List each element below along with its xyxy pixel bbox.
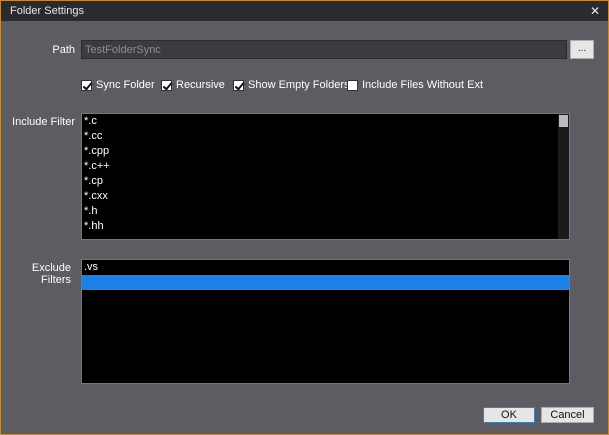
browse-button[interactable]: ... bbox=[570, 40, 594, 59]
list-item[interactable]: *.cp bbox=[82, 174, 569, 189]
list-item[interactable]: *.h bbox=[82, 204, 569, 219]
include-filter-label: Include Filter bbox=[12, 116, 75, 128]
list-item[interactable]: *.c bbox=[82, 114, 569, 129]
list-item[interactable]: *.hh bbox=[82, 219, 569, 234]
include-filter-scrollbar[interactable] bbox=[558, 114, 569, 239]
list-item[interactable]: *.cc bbox=[82, 129, 569, 144]
checkbox-box[interactable] bbox=[81, 79, 92, 91]
list-item[interactable]: *.cxx bbox=[82, 189, 569, 204]
checkbox-label: Show Empty Folders bbox=[248, 79, 350, 91]
list-item-selected[interactable] bbox=[82, 275, 569, 290]
checkbox-box[interactable] bbox=[347, 79, 358, 91]
cancel-button[interactable]: Cancel bbox=[541, 407, 594, 423]
sync-folder-checkbox[interactable]: Sync Folder bbox=[81, 78, 155, 92]
folder-settings-dialog: Folder Settings ✕ Path ... Sync Folder R… bbox=[0, 0, 609, 435]
include-files-without-ext-checkbox[interactable]: Include Files Without Ext bbox=[347, 78, 483, 92]
recursive-checkbox[interactable]: Recursive bbox=[161, 78, 225, 92]
scroll-thumb[interactable] bbox=[559, 115, 568, 127]
checkbox-box[interactable] bbox=[161, 79, 172, 91]
path-label: Path bbox=[52, 44, 75, 56]
path-input[interactable] bbox=[81, 40, 567, 59]
window-title: Folder Settings bbox=[10, 5, 84, 17]
checkbox-box[interactable] bbox=[233, 79, 244, 91]
exclude-filters-list[interactable]: .vs bbox=[81, 259, 570, 384]
checkbox-label: Recursive bbox=[176, 79, 225, 91]
ok-button[interactable]: OK bbox=[483, 407, 535, 423]
include-filter-list[interactable]: *.c *.cc *.cpp *.c++ *.cp *.cxx *.h *.hh bbox=[81, 113, 570, 240]
exclude-filters-label: Exclude Filters bbox=[31, 262, 71, 286]
checkbox-label: Sync Folder bbox=[96, 79, 155, 91]
close-icon[interactable]: ✕ bbox=[582, 1, 608, 21]
list-item[interactable]: *.cpp bbox=[82, 144, 569, 159]
show-empty-folders-checkbox[interactable]: Show Empty Folders bbox=[233, 78, 349, 92]
list-item[interactable]: .vs bbox=[82, 260, 569, 275]
list-item[interactable]: *.c++ bbox=[82, 159, 569, 174]
title-bar[interactable]: Folder Settings ✕ bbox=[1, 1, 608, 21]
checkbox-label: Include Files Without Ext bbox=[362, 79, 484, 91]
